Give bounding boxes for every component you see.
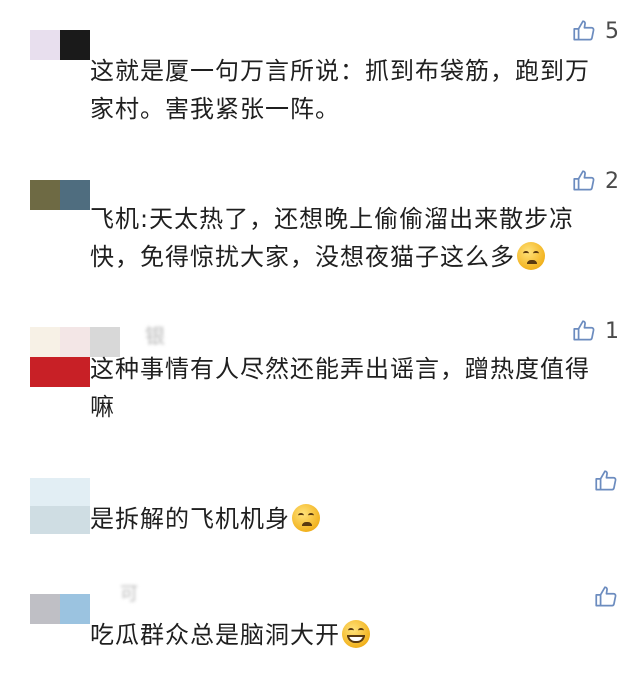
comment-line: 快，免得惊扰大家，没想夜猫子这么多 <box>90 238 619 276</box>
comment-text: 这种事情有人尽然还能弄出谣言，蹭热度值得 嘛 <box>90 350 619 426</box>
avatar[interactable] <box>30 594 90 624</box>
user-name[interactable]: 可 <box>120 580 138 606</box>
grinning-emoji-icon <box>342 620 370 648</box>
avatar[interactable] <box>30 180 90 210</box>
comment-text: 吃瓜群众总是脑洞大开 <box>90 616 619 654</box>
thinking-emoji-icon <box>292 504 320 532</box>
thumbs-up-icon <box>595 586 617 607</box>
comment-text: 飞机:天太热了，还想晚上偷偷溜出来散步凉 快，免得惊扰大家，没想夜猫子这么多 <box>90 200 619 276</box>
like-button[interactable]: 1 <box>571 318 619 344</box>
avatar[interactable] <box>30 30 90 60</box>
comment-line: 飞机:天太热了，还想晚上偷偷溜出来散步凉 <box>90 205 575 233</box>
comment-line: 这就是厦一句万言所说：抓到布袋筋，跑到万 <box>90 57 590 85</box>
comment-line: 这种事情有人尽然还能弄出谣言，蹭热度值得 <box>90 355 590 383</box>
user-name[interactable]: 银 <box>145 320 165 349</box>
thinking-emoji-icon <box>517 242 545 270</box>
thumbs-up-icon <box>573 320 595 341</box>
like-button[interactable]: 2 <box>571 168 619 194</box>
like-button[interactable] <box>593 584 619 610</box>
comment-text: 这就是厦一句万言所说：抓到布袋筋，跑到万 家村。害我紧张一阵。 <box>90 52 619 128</box>
avatar[interactable] <box>30 478 90 534</box>
comment-line: 嘛 <box>90 393 115 421</box>
like-button[interactable]: 5 <box>571 18 619 44</box>
thumbs-up-icon <box>595 470 617 491</box>
like-count: 2 <box>605 168 619 194</box>
comment-text: 是拆解的飞机机身 <box>90 500 619 538</box>
comment-line: 家村。害我紧张一阵。 <box>90 95 340 123</box>
comment-line-text: 快，免得惊扰大家，没想夜猫子这么多 <box>90 243 515 271</box>
like-button[interactable] <box>593 468 619 494</box>
comment-line: 吃瓜群众总是脑洞大开 <box>90 616 619 654</box>
comment-line-text: 吃瓜群众总是脑洞大开 <box>90 621 340 649</box>
like-count: 1 <box>605 318 619 344</box>
thumbs-up-icon <box>573 170 595 191</box>
thumbs-up-icon <box>573 20 595 41</box>
comment-line: 是拆解的飞机机身 <box>90 500 619 538</box>
comment-line-text: 是拆解的飞机机身 <box>90 505 290 533</box>
like-count: 5 <box>605 18 619 44</box>
